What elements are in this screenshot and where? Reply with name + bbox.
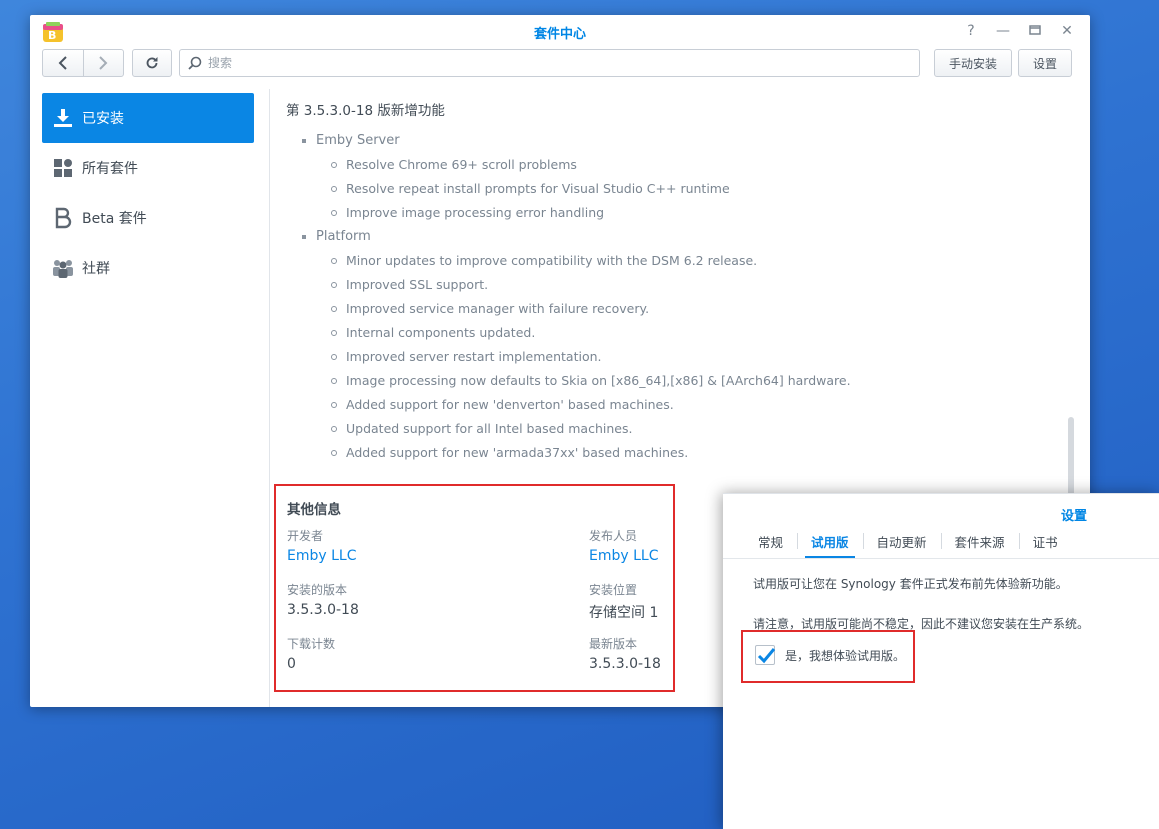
installed-version-value: 3.5.3.0-18 xyxy=(287,602,359,618)
tab-auto-update[interactable]: 自动更新 xyxy=(862,526,941,556)
beta-icon xyxy=(52,207,74,229)
toolbar: 手动安装 设置 xyxy=(30,49,1090,79)
community-icon xyxy=(52,257,74,279)
sidebar-divider xyxy=(269,89,270,707)
search-icon xyxy=(188,56,202,70)
sidebar-item-community[interactable]: 社群 xyxy=(42,243,254,293)
install-location-label: 安装位置 xyxy=(589,583,638,597)
sidebar-item-beta[interactable]: Beta 套件 xyxy=(42,193,254,243)
chevron-right-icon xyxy=(99,56,108,70)
list-item: Emby Server Resolve Chrome 69+ scroll pr… xyxy=(286,129,1066,225)
latest-version-field: 最新版本 3.5.3.0-18 xyxy=(589,635,661,672)
install-location-value: 存储空间 1 xyxy=(589,605,659,621)
other-info-title: 其他信息 xyxy=(287,502,341,518)
list-item: Improved SSL support. xyxy=(316,273,1066,297)
checkmark-icon xyxy=(757,648,776,664)
list-item: Added support for new 'denverton' based … xyxy=(316,393,1066,417)
tabs-divider xyxy=(723,558,1159,559)
downloads-label: 下载计数 xyxy=(287,637,336,651)
developer-link[interactable]: Emby LLC xyxy=(287,548,356,564)
changelog: 第 3.5.3.0-18 版新增功能 Emby Server Resolve C… xyxy=(286,99,1066,465)
refresh-button[interactable] xyxy=(132,49,172,77)
list-item: Image processing now defaults to Skia on… xyxy=(316,369,1066,393)
changelog-list: Emby Server Resolve Chrome 69+ scroll pr… xyxy=(286,129,1066,465)
latest-version-value: 3.5.3.0-18 xyxy=(589,656,661,672)
back-button[interactable] xyxy=(43,50,83,76)
list-item: Improved server restart implementation. xyxy=(316,345,1066,369)
list-item: Internal components updated. xyxy=(316,321,1066,345)
maximize-icon[interactable] xyxy=(1026,22,1044,40)
changelog-group-name: Platform xyxy=(316,229,371,244)
tab-beta[interactable]: 试用版 xyxy=(797,526,863,558)
developer-field: 开发者 Emby LLC xyxy=(287,527,356,564)
sidebar-item-label: 所有套件 xyxy=(82,161,138,177)
list-item: Improved service manager with failure re… xyxy=(316,297,1066,321)
tab-general[interactable]: 常规 xyxy=(744,526,797,556)
refresh-icon xyxy=(146,57,158,69)
minimize-icon[interactable]: — xyxy=(994,22,1012,40)
changelog-group-name: Emby Server xyxy=(316,133,400,148)
list-item: Improve image processing error handling xyxy=(316,201,1066,225)
grid-icon xyxy=(52,157,74,179)
downloads-value: 0 xyxy=(287,656,296,672)
sidebar-item-label: 社群 xyxy=(82,261,110,277)
help-icon[interactable]: ? xyxy=(962,22,980,40)
installed-version-label: 安装的版本 xyxy=(287,583,348,597)
list-item: Platform Minor updates to improve compat… xyxy=(286,225,1066,465)
manual-install-button[interactable]: 手动安装 xyxy=(934,49,1012,77)
sidebar: 已安装 所有套件 Beta 套件 社群 xyxy=(42,93,254,293)
list-item: Updated support for all Intel based mach… xyxy=(316,417,1066,441)
settings-dialog: 设置 常规 试用版 自动更新 套件来源 证书 试用版可让您在 Synology … xyxy=(723,493,1159,829)
publisher-link[interactable]: Emby LLC xyxy=(589,548,658,564)
beta-opt-in-label[interactable]: 是，我想体验试用版。 xyxy=(785,647,905,664)
settings-button[interactable]: 设置 xyxy=(1018,49,1072,77)
download-icon xyxy=(52,107,74,129)
beta-opt-in-checkbox[interactable] xyxy=(755,645,776,665)
changelog-title: 第 3.5.3.0-18 版新增功能 xyxy=(286,103,445,119)
install-location-field: 安装位置 存储空间 1 xyxy=(589,581,658,622)
other-info-section: 其他信息 开发者 Emby LLC 发布人员 Emby LLC 安装的版本 3.… xyxy=(274,484,675,692)
list-item: Resolve Chrome 69+ scroll problems xyxy=(316,153,1066,177)
close-icon[interactable]: ✕ xyxy=(1058,22,1076,40)
list-item: Added support for new 'armada37xx' based… xyxy=(316,441,1066,465)
downloads-field: 下载计数 0 xyxy=(287,635,335,672)
publisher-field: 发布人员 Emby LLC xyxy=(589,527,658,564)
tab-certificate[interactable]: 证书 xyxy=(1018,526,1072,556)
latest-version-label: 最新版本 xyxy=(589,637,638,651)
list-item: Resolve repeat install prompts for Visua… xyxy=(316,177,1066,201)
sidebar-item-installed[interactable]: 已安装 xyxy=(42,93,254,143)
installed-version-field: 安装的版本 3.5.3.0-18 xyxy=(287,581,359,618)
publisher-label: 发布人员 xyxy=(589,529,638,543)
beta-description: 试用版可让您在 Synology 套件正式发布前先体验新功能。 xyxy=(753,577,1068,591)
title-bar[interactable]: B 套件中心 ? — ✕ xyxy=(30,15,1090,47)
beta-opt-in-highlight: 是，我想体验试用版。 xyxy=(741,630,915,683)
chevron-left-icon xyxy=(58,56,67,70)
sidebar-item-all-packages[interactable]: 所有套件 xyxy=(42,143,254,193)
sidebar-item-label: 已安装 xyxy=(82,111,124,127)
window-title: 套件中心 xyxy=(533,27,586,42)
search-input[interactable] xyxy=(208,56,919,70)
list-item: Minor updates to improve compatibility w… xyxy=(316,249,1066,273)
nav-buttons xyxy=(42,49,124,77)
search-input-wrapper[interactable] xyxy=(179,49,920,77)
developer-label: 开发者 xyxy=(287,529,324,543)
sidebar-item-label: Beta 套件 xyxy=(82,211,147,227)
tab-package-sources[interactable]: 套件来源 xyxy=(940,526,1019,556)
forward-button[interactable] xyxy=(82,50,124,76)
settings-dialog-title: 设置 xyxy=(1060,509,1087,524)
settings-tabs: 常规 试用版 自动更新 套件来源 证书 xyxy=(744,526,1072,558)
